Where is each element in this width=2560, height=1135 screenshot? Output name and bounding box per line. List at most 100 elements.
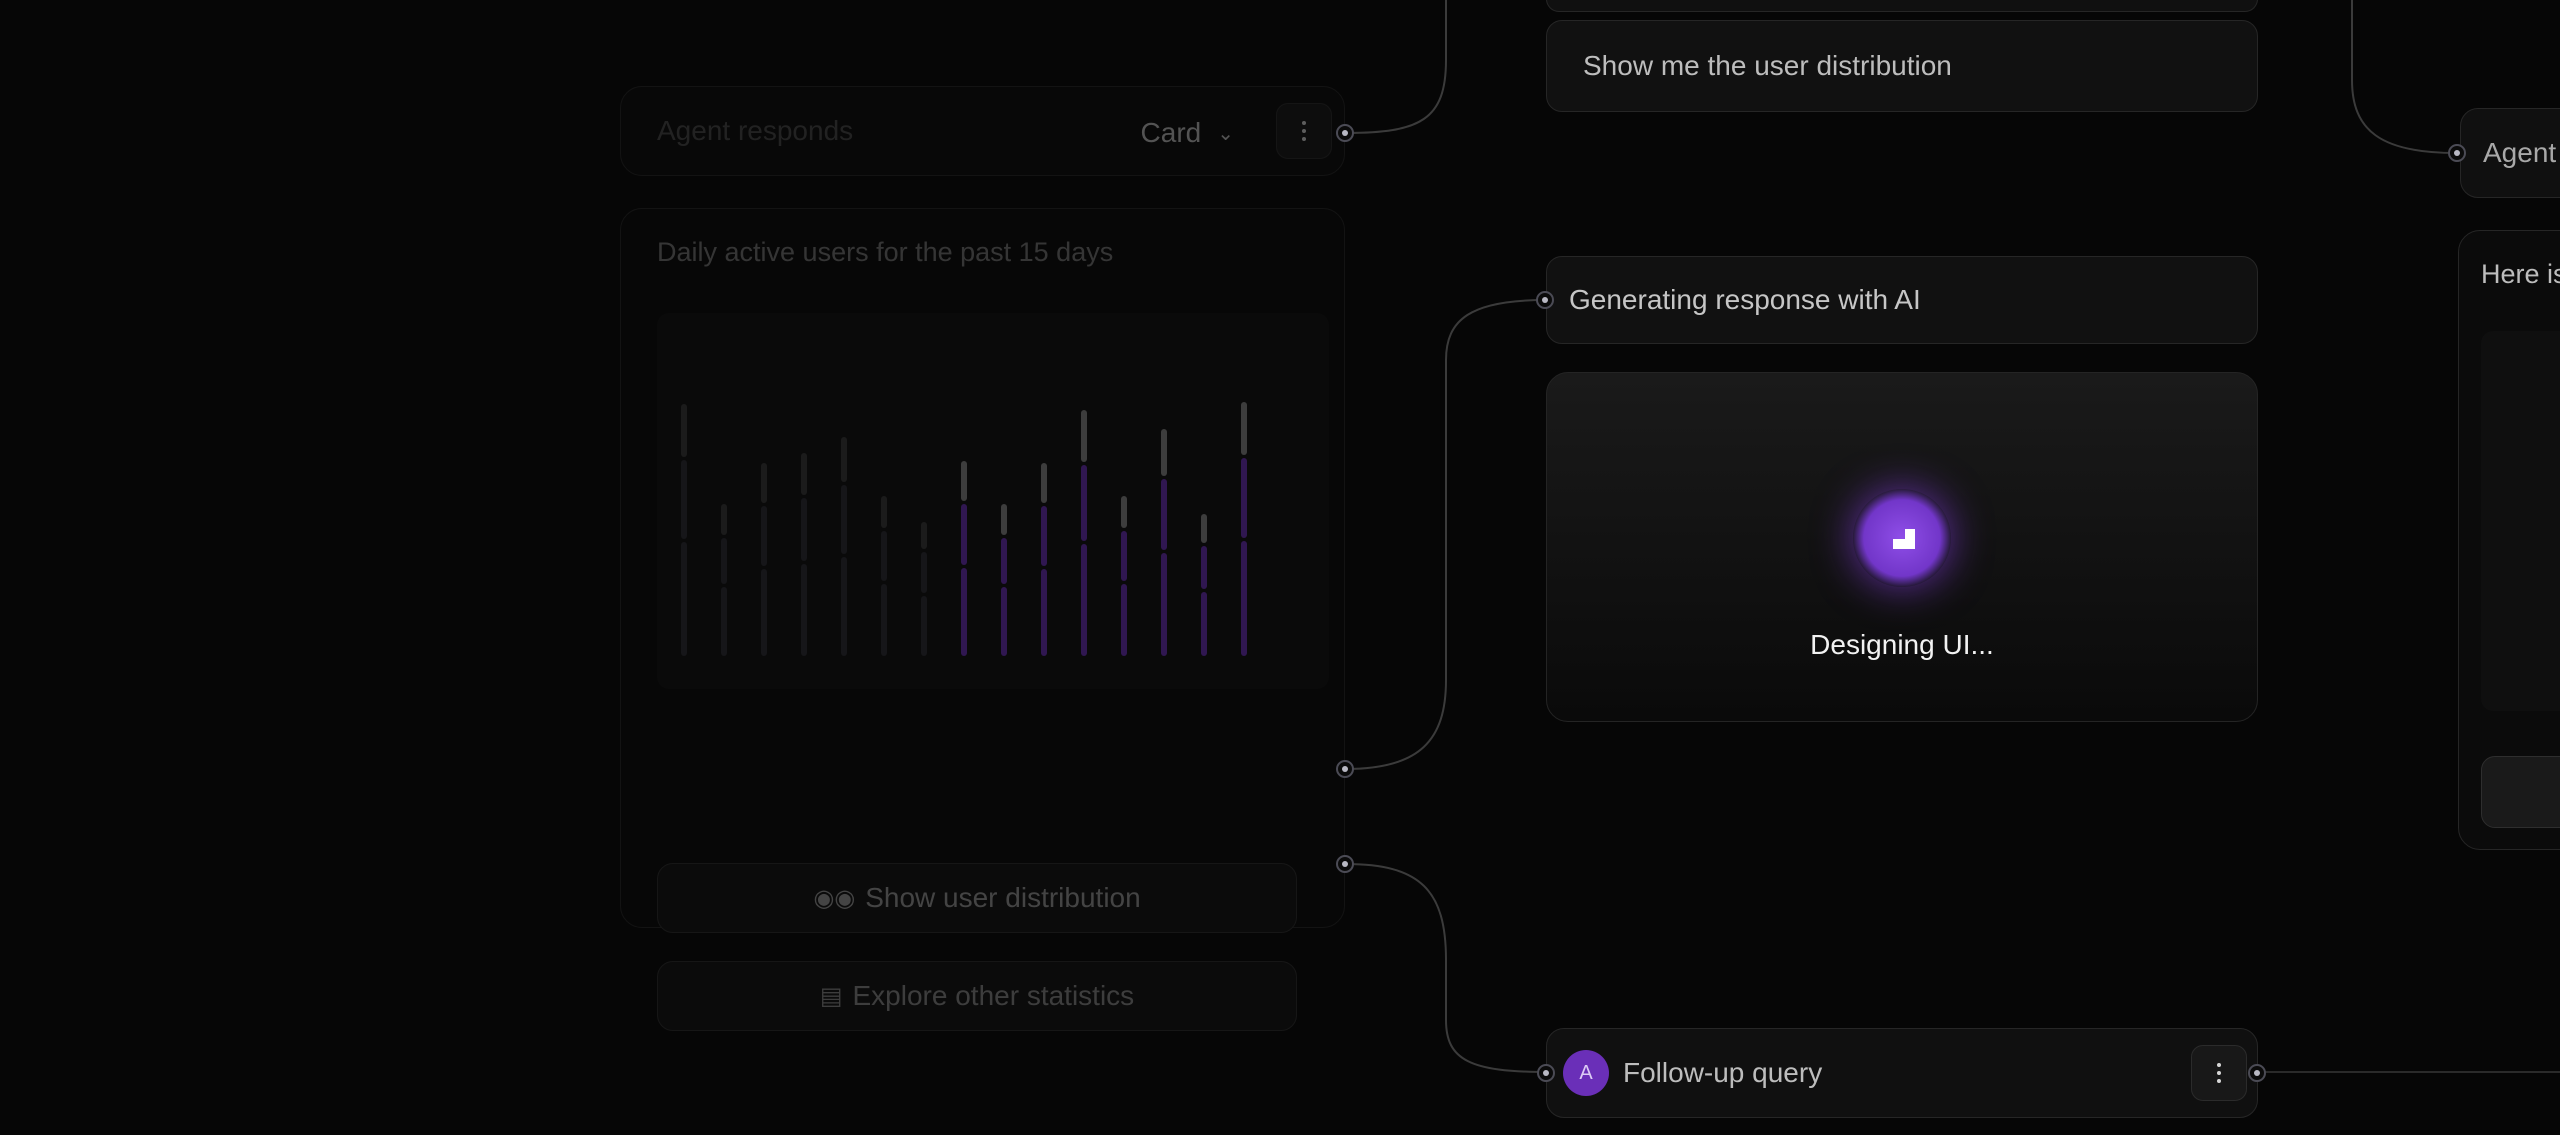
chart-bar-segment	[1041, 569, 1047, 656]
chart-bar	[761, 463, 767, 659]
chart-area	[657, 313, 1329, 689]
chart-bar-segment	[1001, 537, 1007, 585]
chart-bar-segment	[881, 495, 887, 529]
chart-bar-segment	[681, 404, 687, 458]
user-message: Show me the user distribution	[1546, 20, 2258, 112]
right-card-text: Here is	[2481, 259, 2560, 289]
explore-statistics-out-handle[interactable]	[1336, 855, 1354, 873]
left-node-header[interactable]: Agent responds Card ⌄	[620, 86, 1345, 176]
binoculars-icon: ◉◉	[813, 884, 856, 912]
show-distribution-out-handle[interactable]	[1336, 760, 1354, 778]
chart-bar	[881, 495, 887, 659]
chart-bar-segment	[721, 537, 727, 585]
chart-bar-segment	[1161, 428, 1167, 477]
followup-in-handle[interactable]	[1537, 1064, 1555, 1082]
chart-bar	[1241, 401, 1247, 659]
chart-bar-segment	[881, 583, 887, 656]
generating-status: Generating response with AI	[1546, 256, 2258, 344]
chart-bar	[1001, 503, 1007, 659]
spark-icon	[1893, 529, 1915, 549]
chart-bar	[961, 460, 967, 659]
right-node-header[interactable]: Agent	[2460, 108, 2560, 198]
explore-other-statistics-button[interactable]: ▤ Explore other statistics	[657, 961, 1297, 1031]
chart-bar-segment	[761, 569, 767, 656]
agent-card: Daily active users for the past 15 days …	[620, 208, 1345, 1031]
followup-node[interactable]: A Follow-up query	[1546, 1028, 2258, 1118]
chart-bar-segment	[921, 522, 927, 550]
chart-bar-segment	[1201, 546, 1207, 590]
chart-bar	[1201, 514, 1207, 659]
avatar-letter: A	[1579, 1061, 1593, 1084]
chart-bar-segment	[1161, 552, 1167, 656]
user-message-text: Show me the user distribution	[1583, 50, 1952, 81]
chart-bar-segment	[681, 460, 687, 539]
avatar: A	[1563, 1050, 1609, 1096]
chart-bar-segment	[961, 567, 967, 656]
chart-bar-segment	[1001, 503, 1007, 535]
left-node-title: Agent responds	[657, 115, 854, 146]
chart-bar-segment	[1201, 592, 1207, 656]
chart-bar-segment	[1241, 401, 1247, 456]
chart-bar-segment	[921, 552, 927, 594]
chart-bar-segment	[761, 463, 767, 504]
kebab-icon	[2217, 1063, 2221, 1083]
chevron-down-icon: ⌄	[1217, 122, 1234, 145]
chart-bar-segment	[761, 506, 767, 566]
chart-bar-segment	[1081, 409, 1087, 462]
explore-other-statistics-label: Explore other statistics	[852, 980, 1135, 1011]
chart-bar-segment	[841, 556, 847, 656]
loading-panel: Designing UI...	[1546, 372, 2258, 722]
chart-bar-segment	[1041, 506, 1047, 566]
chart-bar	[841, 436, 847, 659]
chart-bar-segment	[1001, 587, 1007, 656]
chart-bar-segment	[921, 596, 927, 656]
chart-bar-segment	[721, 503, 727, 535]
right-card: Here is	[2458, 230, 2560, 850]
chart-bar-segment	[961, 504, 967, 565]
right-card-button[interactable]	[2481, 756, 2560, 828]
chart-bar-segment	[1121, 583, 1127, 656]
chart-bar	[1121, 495, 1127, 659]
chart-bar-segment	[1161, 479, 1167, 550]
left-header-out-handle[interactable]	[1336, 124, 1354, 142]
chart-bar	[921, 522, 927, 659]
chart-bar-segment	[801, 452, 807, 496]
chart-bar	[1081, 409, 1087, 659]
chart-bar-segment	[681, 541, 687, 656]
generating-in-handle[interactable]	[1536, 291, 1554, 309]
chart-bar-segment	[1121, 495, 1127, 529]
chart-bar-segment	[1121, 531, 1127, 581]
card-title: Daily active users for the past 15 days	[657, 237, 1114, 267]
chart-bar-segment	[841, 485, 847, 554]
loading-text: Designing UI...	[1810, 629, 1994, 660]
chart-bar	[681, 404, 687, 659]
generating-status-text: Generating response with AI	[1569, 284, 1921, 315]
chart-bar	[801, 452, 807, 659]
chart-bar-segment	[1081, 544, 1087, 656]
chart-bar	[1161, 428, 1167, 659]
chart-bar	[1041, 463, 1047, 659]
chart-bar-segment	[721, 587, 727, 656]
type-selector[interactable]: Card ⌄	[1141, 117, 1234, 149]
right-node-title: Agent	[2483, 137, 2557, 168]
right-header-in-handle[interactable]	[2448, 144, 2466, 162]
chart-bar-segment	[1241, 458, 1247, 538]
chart-bars	[657, 313, 1329, 689]
loading-orb	[1853, 489, 1951, 587]
left-node-menu-button[interactable]	[1276, 103, 1332, 159]
chart-bar-segment	[1201, 514, 1207, 544]
left-node: Agent responds Card ⌄ Daily active users…	[620, 80, 1350, 1031]
chart-bar	[721, 503, 727, 659]
chart-bar-segment	[1041, 463, 1047, 504]
followup-out-handle[interactable]	[2248, 1064, 2266, 1082]
chart-bar-segment	[801, 564, 807, 656]
followup-menu-button[interactable]	[2191, 1045, 2247, 1101]
chart-bar-segment	[841, 436, 847, 483]
chart-bar-segment	[801, 498, 807, 562]
show-user-distribution-button[interactable]: ◉◉ Show user distribution	[657, 863, 1297, 933]
followup-label: Follow-up query	[1623, 1057, 1823, 1088]
chart-bar-segment	[1081, 464, 1087, 542]
show-user-distribution-label: Show user distribution	[865, 882, 1141, 913]
chart-bar-segment	[1241, 540, 1247, 656]
robot-icon: ▤	[819, 982, 843, 1010]
